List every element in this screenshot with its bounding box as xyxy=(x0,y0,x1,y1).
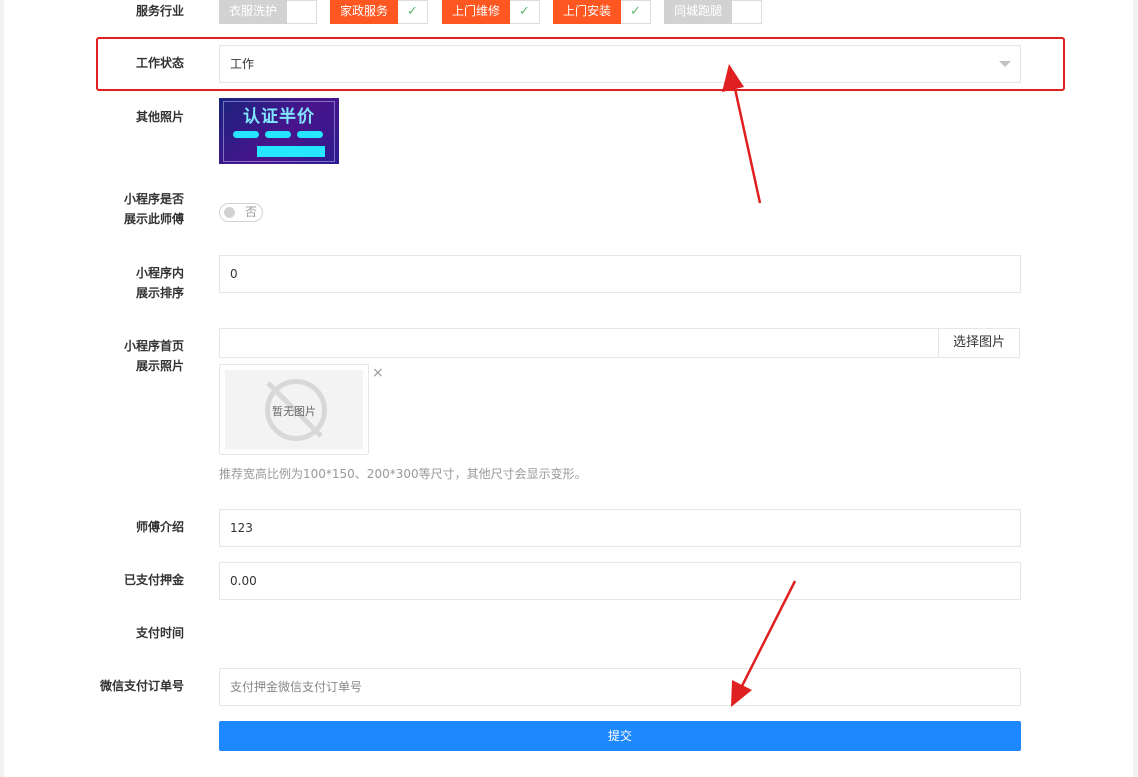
annotation-arrows xyxy=(722,64,797,707)
annotation-arrow-icon xyxy=(731,580,797,707)
annotation-arrow-icon xyxy=(722,64,762,204)
